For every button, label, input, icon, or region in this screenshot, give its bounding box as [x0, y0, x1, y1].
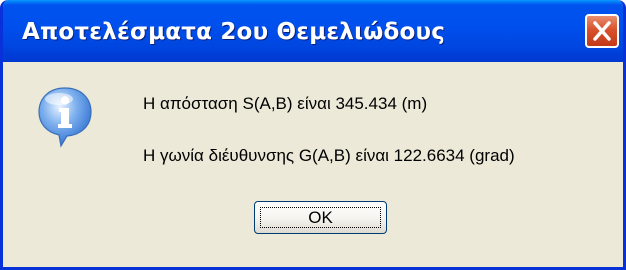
distance-message: Η απόσταση S(A,B) είναι 345.434 (m) — [143, 94, 428, 113]
ok-button-label: OK — [308, 208, 333, 227]
direction-angle-message: Η γωνία διέυθυνσης G(A,B) είναι 122.6634… — [143, 146, 515, 165]
ok-button[interactable]: OK — [254, 201, 387, 234]
title-bar[interactable]: Αποτελέσματα 2ου Θεμελιώδους — [3, 0, 623, 62]
information-icon — [37, 86, 93, 148]
close-button[interactable] — [585, 14, 619, 48]
window-title: Αποτελέσματα 2ου Θεμελιώδους — [22, 19, 446, 45]
message-dialog: Αποτελέσματα 2ου Θεμελιώδους Η απόσταση … — [0, 0, 626, 270]
close-x-icon — [593, 21, 611, 41]
